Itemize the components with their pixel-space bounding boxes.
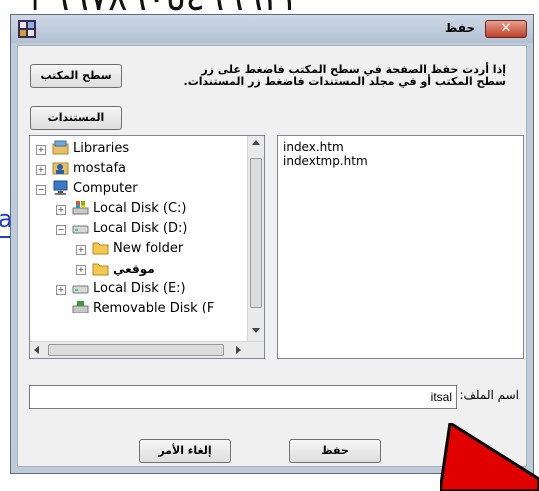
libraries-icon bbox=[52, 140, 69, 155]
tree-item-label: Local Disk (D:) bbox=[93, 221, 188, 236]
tree-horizontal-scrollbar[interactable] bbox=[30, 341, 264, 358]
title-bar[interactable]: حفظ ✕ bbox=[11, 15, 533, 43]
save-button[interactable]: حفظ bbox=[289, 439, 381, 463]
user-folder-icon bbox=[52, 162, 69, 175]
tree-vertical-scroll-thumb[interactable] bbox=[250, 158, 262, 308]
tree-item-local-disk-e[interactable]: + Local Disk (E:) bbox=[54, 279, 186, 299]
expand-icon[interactable]: + bbox=[56, 205, 66, 215]
tree-item-label: Local Disk (C:) bbox=[93, 201, 187, 216]
filename-input[interactable] bbox=[29, 385, 457, 409]
file-list-item[interactable]: indextmp.htm bbox=[283, 154, 368, 168]
desktop-button[interactable]: سطح المكتب bbox=[30, 64, 122, 88]
folder-icon bbox=[92, 263, 109, 276]
tree-item-label: Removable Disk (F bbox=[93, 301, 215, 313]
system-drive-icon bbox=[72, 201, 89, 215]
save-dialog: حفظ ✕ سطح المكتب المستندات إذا أردت حفظ … bbox=[10, 14, 534, 474]
tree-item-mawqii[interactable]: + موقعي bbox=[74, 259, 155, 279]
removable-disk-icon bbox=[72, 301, 89, 313]
scroll-left-icon[interactable] bbox=[34, 346, 40, 354]
tree-item-label: موقعي bbox=[113, 262, 155, 276]
tree-vertical-scrollbar[interactable] bbox=[247, 136, 264, 341]
app-icon bbox=[18, 20, 36, 38]
expand-icon[interactable]: + bbox=[56, 285, 66, 295]
folder-icon bbox=[92, 242, 109, 255]
tree-item-removable-disk-f[interactable]: Removable Disk (F bbox=[54, 299, 214, 313]
tree-item-label: mostafa bbox=[73, 161, 126, 176]
drive-icon bbox=[72, 225, 89, 234]
collapse-icon[interactable]: − bbox=[56, 225, 66, 235]
tree-item-label: Computer bbox=[73, 181, 138, 196]
tree-item-label: New folder bbox=[113, 241, 184, 256]
expand-icon[interactable]: + bbox=[76, 245, 86, 255]
tree-item-computer[interactable]: − Computer bbox=[34, 179, 138, 199]
red-arrow-icon bbox=[440, 423, 539, 491]
tree-item-new-folder[interactable]: + New folder bbox=[74, 239, 183, 259]
file-list-item[interactable]: index.htm bbox=[283, 140, 344, 154]
expand-icon[interactable]: + bbox=[36, 145, 46, 155]
computer-icon bbox=[53, 180, 68, 195]
file-list[interactable]: index.htm indextmp.htm bbox=[277, 135, 524, 359]
scroll-up-icon[interactable] bbox=[252, 140, 260, 146]
tree-item-libraries[interactable]: + Libraries bbox=[34, 139, 129, 159]
scroll-down-icon[interactable] bbox=[252, 328, 260, 334]
collapse-icon[interactable]: − bbox=[36, 185, 46, 195]
expand-icon[interactable]: + bbox=[36, 165, 46, 175]
tree-horizontal-scroll-thumb[interactable] bbox=[48, 344, 224, 356]
close-button[interactable]: ✕ bbox=[485, 20, 527, 38]
tree-item-label: Local Disk (E:) bbox=[93, 281, 186, 296]
documents-button[interactable]: المستندات bbox=[30, 106, 122, 130]
scroll-right-icon[interactable] bbox=[236, 346, 242, 354]
folder-tree[interactable]: + Libraries + mostafa − Computer + Local… bbox=[29, 135, 265, 359]
tree-item-local-disk-c[interactable]: + Local Disk (C:) bbox=[54, 199, 186, 219]
expand-icon[interactable]: + bbox=[76, 265, 86, 275]
info-text: إذا أردت حفظ الصفحة في سطح المكتب فاضغط … bbox=[183, 63, 506, 88]
tree-item-mostafa[interactable]: + mostafa bbox=[34, 159, 126, 179]
drive-icon bbox=[72, 285, 89, 294]
cancel-button[interactable]: إلغاء الأمر bbox=[139, 439, 231, 463]
window-title: حفظ bbox=[444, 21, 475, 35]
tree-item-local-disk-d[interactable]: − Local Disk (D:) bbox=[54, 219, 187, 239]
tree-item-label: Libraries bbox=[73, 141, 130, 156]
filename-label: اسم الملف: bbox=[459, 388, 519, 402]
